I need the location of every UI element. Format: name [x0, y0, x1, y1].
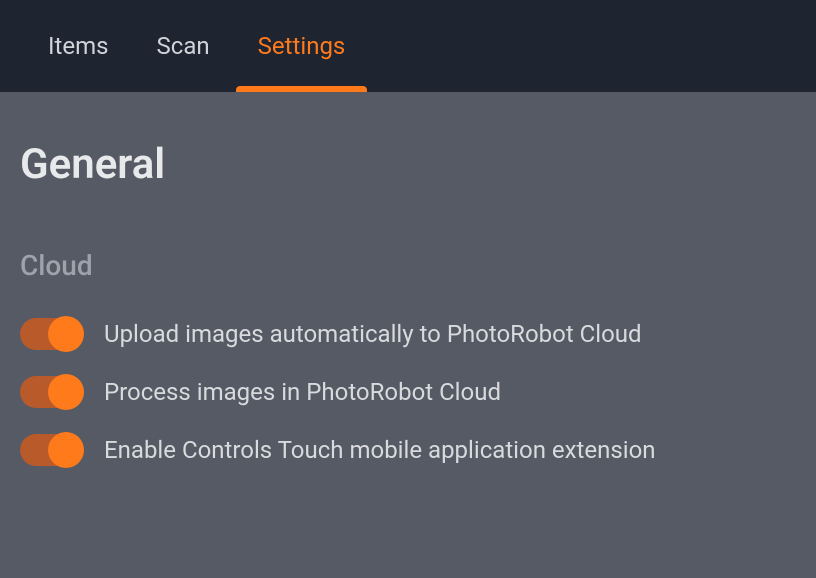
setting-row-controls-touch: Enable Controls Touch mobile application…	[20, 434, 796, 466]
tab-items-label: Items	[48, 32, 109, 60]
content-area: General Cloud Upload images automaticall…	[0, 92, 816, 578]
toggle-controls-touch[interactable]	[20, 434, 82, 466]
tab-scan[interactable]: Scan	[157, 0, 210, 92]
setting-row-upload: Upload images automatically to PhotoRobo…	[20, 318, 796, 350]
page-title: General	[20, 140, 796, 189]
toggle-process[interactable]	[20, 376, 82, 408]
toggle-knob	[48, 432, 84, 468]
tab-settings[interactable]: Settings	[258, 0, 346, 92]
setting-row-process: Process images in PhotoRobot Cloud	[20, 376, 796, 408]
toggle-upload[interactable]	[20, 318, 82, 350]
section-cloud-title: Cloud	[20, 249, 796, 282]
tab-settings-label: Settings	[258, 32, 346, 60]
setting-process-label: Process images in PhotoRobot Cloud	[104, 378, 501, 406]
tab-items[interactable]: Items	[48, 0, 109, 92]
setting-controls-touch-label: Enable Controls Touch mobile application…	[104, 436, 656, 464]
setting-upload-label: Upload images automatically to PhotoRobo…	[104, 320, 642, 348]
toggle-knob	[48, 374, 84, 410]
tab-bar: Items Scan Settings	[0, 0, 816, 92]
tab-scan-label: Scan	[157, 32, 210, 60]
toggle-knob	[48, 316, 84, 352]
